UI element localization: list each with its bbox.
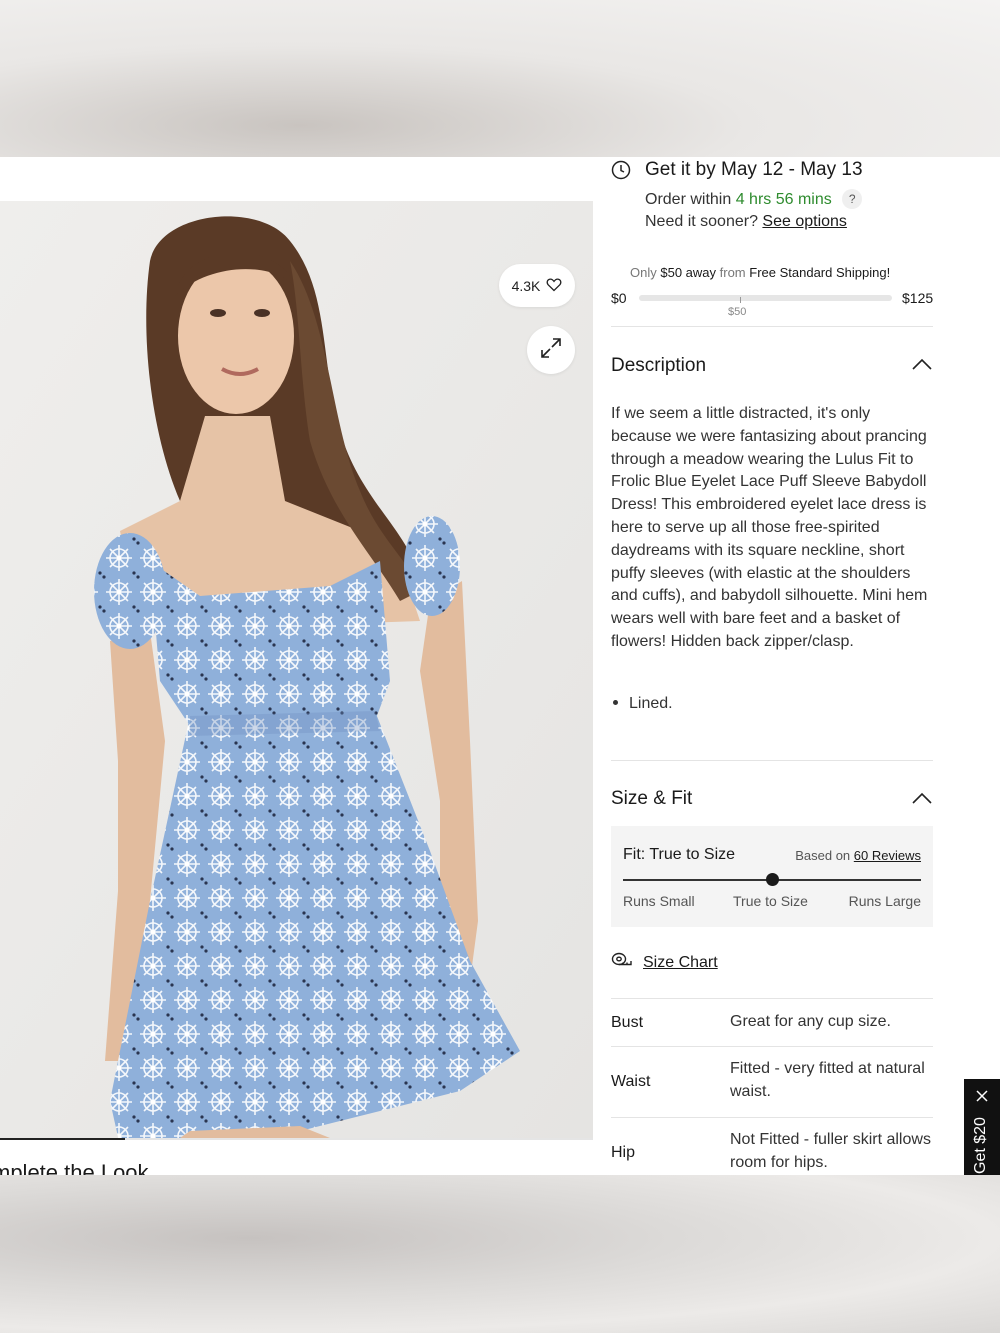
spec-value-bust: Great for any cup size. [730, 1013, 891, 1030]
clock-icon [611, 160, 631, 185]
spec-value-hip: Not Fitted - fuller skirt allows room fo… [730, 1131, 931, 1171]
divider [611, 1046, 933, 1047]
spec-label-bust: Bust [611, 1014, 644, 1031]
description-body: If we seem a little distracted, it's onl… [611, 405, 928, 650]
spec-label-hip: Hip [611, 1144, 636, 1161]
shipping-max-label: $125 [902, 290, 934, 306]
promo-side-tab[interactable]: Get $20 [964, 1079, 1000, 1175]
delivery-estimate: Get it by May 12 - May 13 [645, 159, 863, 180]
product-image-gallery[interactable]: 4.3K [0, 201, 593, 1138]
chevron-up-icon[interactable] [911, 791, 933, 810]
complete-the-look-heading: mplete the Look [0, 1160, 149, 1175]
description-heading[interactable]: Description [611, 355, 706, 377]
ship-only: Only [630, 265, 657, 280]
divider [611, 760, 933, 761]
fit-scale-large: Runs Large [848, 893, 921, 909]
expand-icon [539, 336, 563, 365]
fit-label: Fit: True to Size [623, 846, 736, 863]
size-chart-link[interactable]: Size Chart [643, 954, 718, 972]
order-countdown: 4 hrs 56 mins [735, 191, 832, 208]
size-chart-link-row[interactable]: Size Chart [611, 952, 718, 973]
like-button[interactable]: 4.3K [499, 264, 575, 307]
bullet-dot [613, 700, 618, 705]
spec-value-waist: Fitted - very fitted at natural waist. [730, 1060, 925, 1100]
need-sooner: Need it sooner? See options [645, 213, 847, 231]
background-blur-top [0, 0, 1000, 157]
fit-scale-marker [765, 873, 779, 886]
shipping-progress-bar [639, 295, 892, 301]
fit-based-on: Based on 60 Reviews [795, 848, 921, 863]
expand-image-button[interactable] [527, 326, 575, 374]
product-photo [0, 201, 593, 1138]
fit-scale-true: True to Size [733, 893, 808, 909]
divider [611, 998, 933, 999]
see-options-link[interactable]: See options [762, 213, 847, 230]
size-fit-heading[interactable]: Size & Fit [611, 788, 692, 810]
shipping-mid-label: $50 [728, 306, 747, 318]
chevron-up-icon[interactable] [911, 357, 933, 376]
product-page: 4.3K mplete the Look Get it by May 12 - … [0, 157, 1000, 1175]
image-carousel-progress [0, 1138, 593, 1140]
reviews-link[interactable]: 60 Reviews [854, 848, 921, 863]
shipping-min-label: $0 [611, 290, 627, 306]
like-count: 4.3K [511, 277, 541, 294]
image-carousel-progress-fill [0, 1138, 125, 1140]
heart-icon [546, 277, 562, 295]
order-prefix: Order within [645, 191, 732, 208]
description-bullet: Lined. [611, 695, 673, 713]
ship-amount-away: $50 away [660, 265, 717, 280]
spec-label-waist: Waist [611, 1073, 651, 1090]
help-button[interactable]: ? [842, 189, 863, 209]
ship-from: from [719, 265, 746, 280]
fit-scale-small: Runs Small [623, 893, 695, 909]
need-sooner-text: Need it sooner? [645, 213, 758, 230]
based-on-text: Based on [795, 848, 851, 863]
bullet-text: Lined. [629, 695, 673, 712]
fit-rating-box: Fit: True to Size Based on 60 Reviews Ru… [611, 826, 933, 927]
ruler-icon [611, 952, 633, 973]
ship-target: Free Standard Shipping! [749, 265, 891, 280]
order-cutoff: Order within 4 hrs 56 mins ? [645, 189, 863, 209]
promo-text: Get $20 [972, 1117, 989, 1174]
background-blur-bottom [0, 1175, 1000, 1333]
free-shipping-message: Only $50 away from Free Standard Shippin… [630, 265, 890, 280]
divider [611, 1117, 933, 1118]
close-icon[interactable] [975, 1089, 989, 1108]
shipping-progress-tick [740, 297, 741, 303]
divider [611, 326, 933, 327]
